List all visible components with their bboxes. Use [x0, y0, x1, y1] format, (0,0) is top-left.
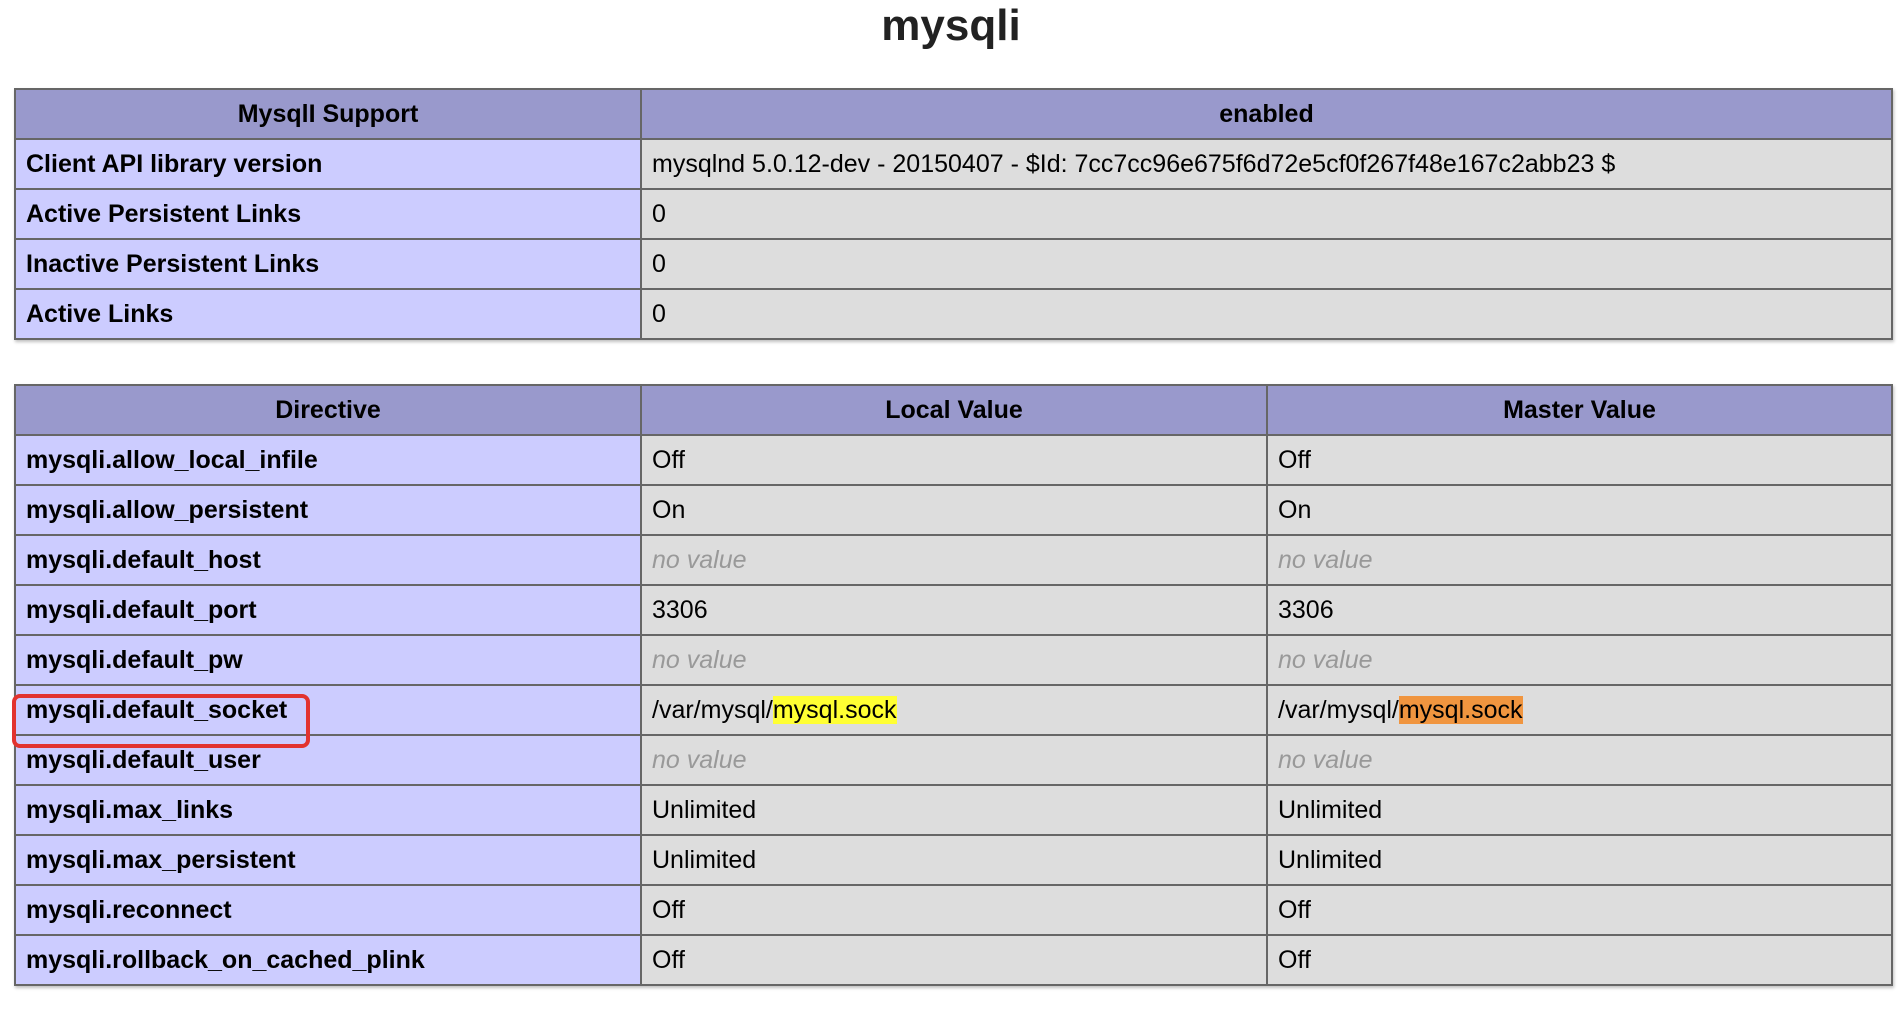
directive-name: mysqli.reconnect: [14, 884, 642, 936]
local-value: Off: [640, 434, 1268, 486]
master-value: On: [1266, 484, 1893, 536]
row-name: Active Persistent Links: [14, 188, 642, 240]
master-value: Unlimited: [1266, 784, 1893, 836]
directive-name: mysqli.max_persistent: [14, 834, 642, 886]
master-value: no value: [1266, 634, 1893, 686]
row-value: mysqlnd 5.0.12-dev - 20150407 - $Id: 7cc…: [640, 138, 1893, 190]
directive-name: mysqli.allow_persistent: [14, 484, 642, 536]
directive-column-header: Directive: [14, 384, 642, 436]
socket-path-prefix: /var/mysql/: [1278, 696, 1399, 724]
table-row: mysqli.allow_local_infile Off Off: [14, 434, 1893, 486]
local-value: On: [640, 484, 1268, 536]
master-value: Off: [1266, 434, 1893, 486]
row-name: Client API library version: [14, 138, 642, 190]
row-name: Inactive Persistent Links: [14, 238, 642, 290]
master-value: no value: [1266, 734, 1893, 786]
local-value: no value: [640, 534, 1268, 586]
row-name: Active Links: [14, 288, 642, 340]
directive-name: mysqli.rollback_on_cached_plink: [14, 934, 642, 986]
local-value: Off: [640, 884, 1268, 936]
row-value: 0: [640, 188, 1893, 240]
local-value: 3306: [640, 584, 1268, 636]
local-value: Off: [640, 934, 1268, 986]
directive-name: mysqli.default_pw: [14, 634, 642, 686]
master-value: /var/mysql/mysql.sock: [1266, 684, 1893, 736]
support-header-status: enabled: [640, 88, 1893, 140]
socket-file-highlight-yellow: mysql.sock: [772, 696, 897, 724]
phpinfo-page: mysqli MysqlI Support enabled Client API…: [0, 0, 1902, 1022]
table-row: mysqli.max_persistent Unlimited Unlimite…: [14, 834, 1893, 886]
table-row: mysqli.rollback_on_cached_plink Off Off: [14, 934, 1893, 986]
no-value-text: no value: [1278, 646, 1373, 674]
master-value: Off: [1266, 884, 1893, 936]
table-row: Inactive Persistent Links 0: [14, 238, 1893, 290]
local-value: no value: [640, 734, 1268, 786]
no-value-text: no value: [1278, 546, 1373, 574]
no-value-text: no value: [652, 746, 747, 774]
mysqli-support-table: MysqlI Support enabled Client API librar…: [14, 88, 1893, 340]
local-value: Unlimited: [640, 784, 1268, 836]
directive-name: mysqli.default_host: [14, 534, 642, 586]
local-value-column-header: Local Value: [640, 384, 1268, 436]
table-row: mysqli.reconnect Off Off: [14, 884, 1893, 936]
directive-name: mysqli.default_port: [14, 584, 642, 636]
no-value-text: no value: [652, 646, 747, 674]
red-annotation-box: [12, 694, 310, 748]
local-value: /var/mysql/mysql.sock: [640, 684, 1268, 736]
local-value: Unlimited: [640, 834, 1268, 886]
no-value-text: no value: [652, 546, 747, 574]
master-value-column-header: Master Value: [1266, 384, 1893, 436]
table-row: mysqli.default_host no value no value: [14, 534, 1893, 586]
table-row: mysqli.allow_persistent On On: [14, 484, 1893, 536]
socket-file-highlight-orange: mysql.sock: [1398, 696, 1523, 724]
no-value-text: no value: [1278, 746, 1373, 774]
directive-table: Directive Local Value Master Value mysql…: [14, 384, 1893, 986]
directive-name: mysqli.max_links: [14, 784, 642, 836]
table-row: Active Links 0: [14, 288, 1893, 340]
row-value: 0: [640, 238, 1893, 290]
master-value: no value: [1266, 534, 1893, 586]
table-row: mysqli.max_links Unlimited Unlimited: [14, 784, 1893, 836]
table-row: Active Persistent Links 0: [14, 188, 1893, 240]
master-value: Unlimited: [1266, 834, 1893, 886]
table-row: mysqli.default_pw no value no value: [14, 634, 1893, 686]
row-value: 0: [640, 288, 1893, 340]
directive-name: mysqli.allow_local_infile: [14, 434, 642, 486]
master-value: 3306: [1266, 584, 1893, 636]
directive-table-header-row: Directive Local Value Master Value: [14, 384, 1893, 436]
support-table-header-row: MysqlI Support enabled: [14, 88, 1893, 140]
socket-path-prefix: /var/mysql/: [652, 696, 773, 724]
section-title: mysqli: [881, 1, 1021, 50]
local-value: no value: [640, 634, 1268, 686]
table-row: mysqli.default_port 3306 3306: [14, 584, 1893, 636]
master-value: Off: [1266, 934, 1893, 986]
support-header-label: MysqlI Support: [14, 88, 642, 140]
table-row: Client API library version mysqlnd 5.0.1…: [14, 138, 1893, 190]
